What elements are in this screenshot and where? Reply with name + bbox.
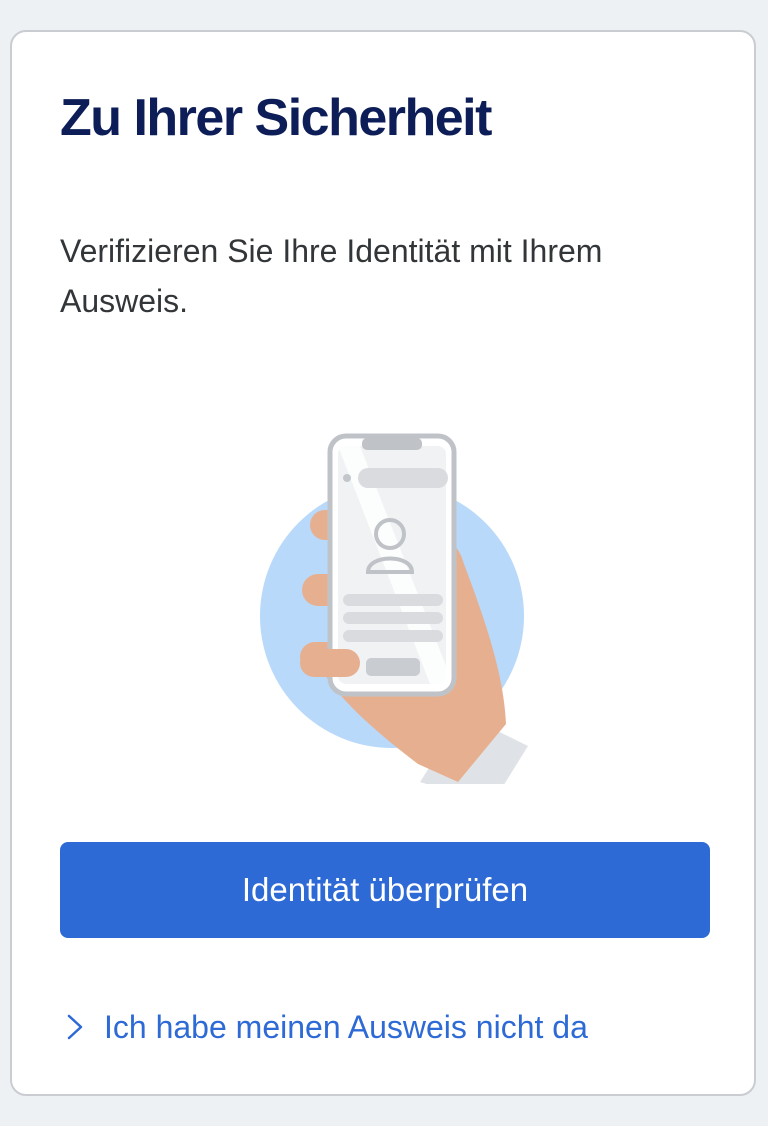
page-title: Zu Ihrer Sicherheit [60,89,492,147]
page-description: Verifizieren Sie Ihre Identität mit Ihre… [60,233,603,319]
chevron-right-icon [67,1014,83,1040]
identity-verification-card: Zu Ihrer Sicherheit Verifizieren Sie Ihr… [10,30,756,1096]
no-id-card-link[interactable]: Ich habe meinen Ausweis nicht da [64,1004,588,1050]
verify-identity-button[interactable]: Identität überprüfen [60,842,710,938]
phone-id-verification-illustration [260,433,528,784]
no-id-card-link-label: Ich habe meinen Ausweis nicht da [104,1008,588,1045]
